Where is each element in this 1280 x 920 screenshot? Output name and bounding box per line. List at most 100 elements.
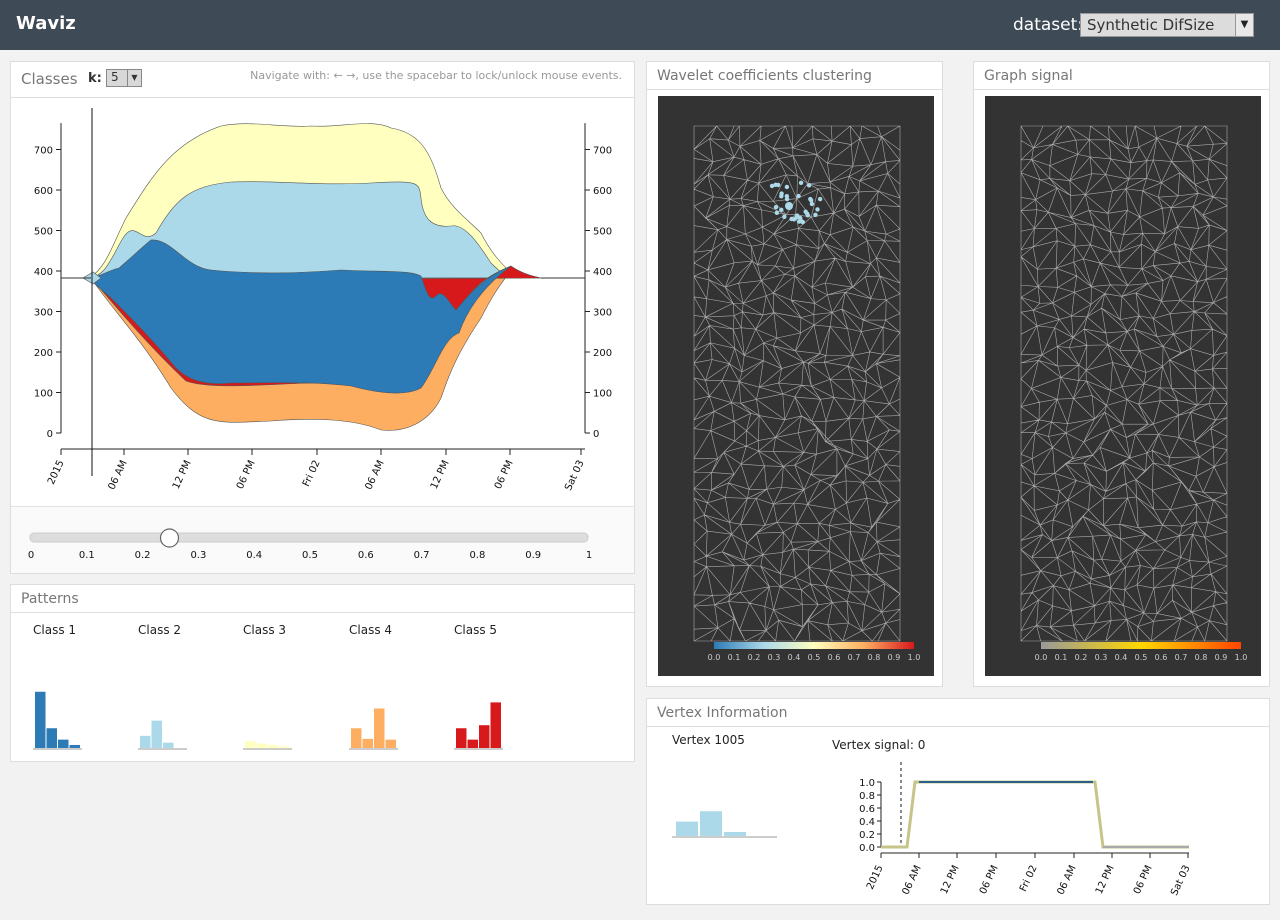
x-tick-label: 06 PM [493, 459, 516, 491]
colorbar-tick-label: 0.3 [768, 653, 781, 662]
colorbar-tick-label: 0.8 [868, 653, 881, 662]
threshold-slider[interactable]: 0 0.1 0.2 0.3 0.4 0.5 0.6 0.7 0.8 0.9 1 [11, 514, 634, 574]
vertex-label: Vertex 1005 [672, 733, 745, 747]
pattern-class-label: Class 3 [243, 623, 286, 637]
wavelet-graph[interactable]: 0.0 0.1 0.2 0.3 0.4 0.5 0.6 0.7 0.8 0.9 1.0 [658, 96, 934, 676]
x-tick-label: 12 PM [171, 459, 194, 491]
colorbar-tick-label: 0.1 [1055, 653, 1068, 662]
graph-signal-graph[interactable]: 0.0 0.1 0.2 0.3 0.4 0.5 0.6 0.7 0.8 0.9 1.0 [985, 96, 1261, 676]
k-select[interactable]: 5 ▼ [106, 69, 142, 87]
x-tick-label: Fri 02 [301, 459, 323, 489]
clustered-vertex [791, 217, 797, 222]
vertex-signal-label: Vertex signal: 0 [832, 738, 925, 752]
vertex-x-tick-label: 2015 [865, 864, 886, 892]
selected-vertex [785, 202, 793, 210]
colorbar-tick-label: 0.2 [748, 653, 761, 662]
colorbar-tick-label: 0.9 [1215, 653, 1228, 662]
y-tick-label-right: 300 [593, 308, 612, 319]
vertex-chart: Vertex 1005 Vertex signal: 0 0.0 0.2 0.4 0.6 0… [672, 733, 1193, 898]
pattern-bar [163, 742, 174, 748]
colorbar-tick-label: 0.5 [808, 653, 821, 662]
colorbar-tick-label: 0.2 [1075, 653, 1088, 662]
y-tick-label-right: 700 [593, 146, 612, 157]
colorbar-tick-label: 0.7 [848, 653, 861, 662]
colorbar-tick-label: 0.7 [1175, 653, 1188, 662]
slider-tick-label: 0.3 [190, 550, 206, 561]
vertex-y-tick-label: 0.2 [859, 830, 875, 841]
slider-track [29, 532, 589, 543]
k-select-value: 5 [111, 70, 119, 84]
pattern-bar [245, 741, 256, 748]
pattern-bar [479, 725, 490, 748]
graph-signal-view[interactable]: 0.0 0.1 0.2 0.3 0.4 0.5 0.6 0.7 0.8 0.9 1.0 [985, 96, 1261, 676]
clustered-vertex [797, 219, 802, 224]
patterns-panel: Patterns Class 1 Class 2 Class 3 Class 4 Cla… [10, 584, 635, 762]
slider-tick-label: 0.7 [414, 550, 430, 561]
vertex-y-tick-label: 1.0 [859, 778, 875, 789]
x-tick-label: 12 PM [429, 459, 452, 491]
vertex-y-tick-label: 0.8 [859, 791, 875, 802]
y-tick-label-right: 200 [593, 348, 612, 359]
pattern-bar [385, 739, 396, 748]
colorbar-tick-label: 0.8 [1195, 653, 1208, 662]
y-tick-label-left: 700 [34, 146, 53, 157]
x-tick-label: 06 AM [106, 459, 129, 492]
slider-tick-label: 0.6 [358, 550, 374, 561]
x-tick-label: 06 PM [235, 459, 258, 491]
y-tick-label-right: 100 [593, 389, 612, 400]
chevron-down-icon[interactable]: ▼ [1235, 14, 1253, 36]
pattern-bar [467, 739, 478, 748]
colorbar [714, 642, 914, 649]
pattern-bar [490, 702, 501, 748]
clustered-vertex [773, 204, 779, 210]
chevron-down-icon[interactable]: ▼ [127, 70, 141, 86]
graph-signal-mesh [1020, 125, 1228, 642]
vertex-x-tick-label: 06 AM [900, 864, 923, 897]
wavelet-graph-view[interactable]: 0.0 0.1 0.2 0.3 0.4 0.5 0.6 0.7 0.8 0.9 1.0 [658, 96, 934, 676]
top-bar: Waviz dataset: Synthetic DifSize ▼ [0, 0, 1280, 50]
colorbar-tick-label: 0.5 [1135, 653, 1148, 662]
clustered-vertex [773, 182, 778, 187]
x-tick-label: 2015 [46, 459, 67, 487]
clustered-vertex [817, 196, 823, 202]
clustered-vertex [813, 212, 818, 218]
clustered-vertex [779, 207, 784, 213]
y-tick-label-left: 500 [34, 227, 53, 238]
pattern-class-label: Class 1 [33, 623, 76, 637]
y-tick-label-left: 0 [47, 429, 53, 440]
streamgraph[interactable]: 0 0 100 100 200 200 300 300 400 400 500 500 600 600 70… [11, 98, 634, 507]
y-tick-label-right: 600 [593, 186, 612, 197]
y-tick-label-left: 600 [34, 186, 53, 197]
graph-signal-title: Graph signal [984, 68, 1073, 84]
clustered-vertex [806, 183, 812, 188]
classes-panel: Classes k: 5 ▼ Navigate with: ← →, use t… [10, 61, 635, 574]
y-tick-label-left: 300 [34, 308, 53, 319]
dataset-label: dataset: [1013, 15, 1084, 35]
colorbar [1041, 642, 1241, 649]
vertex-x-tick-label: Fri 02 [1018, 864, 1040, 894]
vertex-y-tick-label: 0.4 [859, 817, 875, 828]
vertex-panel: Vertex Information Vertex 1005 Vertex sig… [646, 698, 1270, 905]
clustered-vertex [784, 184, 790, 190]
pattern-bar [140, 735, 151, 748]
vertex-x-tick-label: Sat 03 [1169, 864, 1193, 898]
colorbar-tick-label: 0.9 [888, 653, 901, 662]
pattern-bar [362, 738, 373, 748]
y-tick-label-left: 100 [34, 389, 53, 400]
y-tick-label-right: 500 [593, 227, 612, 238]
streamgraph-area[interactable]: 0 0 100 100 200 200 300 300 400 400 500 500 600 600 70… [11, 98, 634, 507]
pattern-bar [58, 739, 69, 748]
slider-handle[interactable] [159, 528, 180, 548]
dataset-select[interactable]: Synthetic DifSize ▼ [1080, 13, 1254, 37]
dataset-select-value: Synthetic DifSize [1087, 16, 1215, 34]
vertex-x-tick-label: 12 PM [1094, 864, 1117, 896]
y-tick-label-right: 0 [593, 429, 599, 440]
pattern-class-label: Class 5 [454, 623, 497, 637]
patterns-title: Patterns [21, 591, 79, 607]
wavelet-mesh [693, 125, 901, 642]
slider-tick-label: 0.1 [79, 550, 95, 561]
graph-signal-panel: Graph signal 0.0 0.1 0.2 0.3 0.4 0.5 0.6 0.7 0.8… [973, 61, 1270, 687]
wavelet-title: Wavelet coefficients clustering [657, 68, 872, 84]
clustered-vertex [782, 214, 787, 220]
classes-header: Classes k: 5 ▼ Navigate with: ← →, use t… [11, 62, 634, 98]
